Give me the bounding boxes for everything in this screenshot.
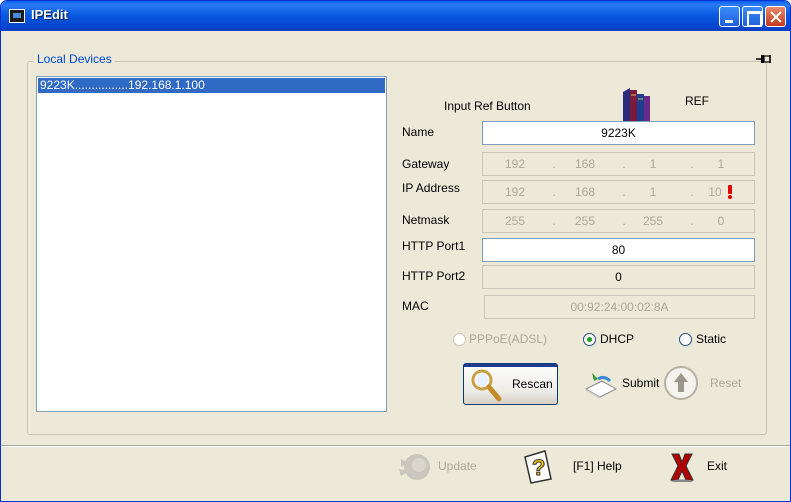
name-label: Name	[402, 125, 435, 139]
help-icon: ?	[524, 450, 552, 484]
app-icon[interactable]	[9, 9, 25, 23]
gateway-octet-4: 1	[717, 157, 725, 171]
update-button: Update	[397, 447, 487, 487]
netmask-octet-3: 255	[642, 214, 664, 228]
static-radio[interactable]	[679, 333, 692, 346]
http-port2-field[interactable]: 0	[482, 265, 755, 289]
exit-icon	[670, 453, 694, 482]
netmask-octet-2: 255	[574, 214, 596, 228]
pin-icon[interactable]	[756, 53, 772, 65]
ip-dot: .	[690, 214, 694, 228]
reset-button: Reset	[663, 363, 743, 403]
exit-button[interactable]: Exit	[667, 447, 747, 487]
mac-label: MAC	[402, 299, 429, 313]
update-icon	[399, 454, 430, 480]
submit-icon	[584, 373, 618, 399]
group-label: Local Devices	[34, 52, 115, 66]
ip-dot: .	[552, 157, 556, 171]
gateway-field[interactable]: 192 . 168 . 1 . 1	[482, 152, 755, 176]
ip-octet-1: 192	[504, 185, 526, 199]
netmask-label: Netmask	[402, 213, 450, 227]
http-port1-field[interactable]: 80	[482, 238, 755, 262]
title-bar[interactable]: IPEdit	[1, 1, 790, 31]
mac-field: 00:92:24:00:02:8A	[484, 295, 755, 319]
device-list-item[interactable]: 9223K................192.168.1.100	[38, 78, 385, 93]
static-label[interactable]: Static	[696, 332, 726, 346]
ip-dot: .	[622, 214, 626, 228]
close-button[interactable]	[765, 6, 786, 27]
netmask-octet-1: 255	[504, 214, 526, 228]
netmask-octet-4: 0	[717, 214, 725, 228]
submit-button[interactable]: Submit	[584, 365, 666, 401]
magnifier-icon	[471, 369, 502, 402]
ipedit-window: IPEdit Local Devices 9223K..............…	[0, 0, 791, 502]
gateway-octet-3: 1	[649, 157, 657, 171]
gateway-label: Gateway	[402, 157, 450, 171]
dhcp-label[interactable]: DHCP	[600, 332, 634, 346]
pppoe-label: PPPoE(ADSL)	[469, 332, 548, 346]
ip-label: IP Address	[402, 181, 460, 195]
device-list[interactable]: 9223K................192.168.1.100	[36, 76, 387, 412]
button-accent	[464, 364, 557, 367]
svg-text:?: ?	[532, 455, 545, 480]
update-label: Update	[438, 459, 477, 473]
minimize-button[interactable]	[719, 6, 740, 27]
rescan-button[interactable]: Rescan	[463, 363, 558, 405]
help-button[interactable]: ? [F1] Help	[521, 447, 631, 487]
window-title: IPEdit	[31, 7, 68, 22]
ip-octet-3: 1	[649, 185, 657, 199]
ip-dot: .	[552, 214, 556, 228]
warning-icon	[728, 185, 732, 199]
submit-label: Submit	[622, 376, 660, 390]
netmask-field[interactable]: 255 . 255 . 255 . 0	[482, 209, 755, 233]
name-field[interactable]: 9223K	[482, 121, 755, 145]
ip-address-field[interactable]: 192 . 168 . 1 . 10	[482, 180, 755, 204]
help-label: [F1] Help	[573, 459, 622, 473]
ref-label[interactable]: REF	[685, 94, 709, 108]
dhcp-radio[interactable]	[583, 333, 596, 346]
ip-dot: .	[690, 157, 694, 171]
ip-dot: .	[622, 185, 626, 199]
pppoe-radio	[453, 333, 466, 346]
port2-label: HTTP Port2	[402, 269, 466, 283]
rescan-label: Rescan	[512, 377, 553, 391]
books-icon[interactable]	[619, 86, 659, 124]
gateway-octet-1: 192	[504, 157, 526, 171]
exit-label: Exit	[707, 459, 728, 473]
reset-label: Reset	[710, 376, 742, 390]
up-arrow-icon	[664, 366, 698, 400]
port1-label: HTTP Port1	[402, 239, 466, 253]
gateway-octet-2: 168	[574, 157, 596, 171]
ip-dot: .	[552, 185, 556, 199]
maximize-button[interactable]	[742, 6, 763, 27]
ip-dot: .	[622, 157, 626, 171]
ref-hint: Input Ref Button	[444, 99, 531, 113]
ip-octet-2: 168	[574, 185, 596, 199]
